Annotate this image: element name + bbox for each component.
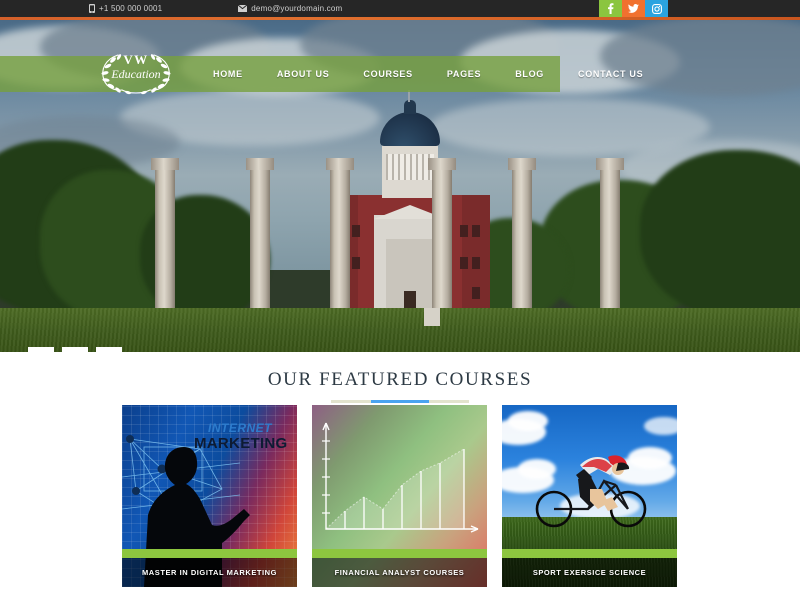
- nav-item-courses[interactable]: COURSES: [346, 56, 429, 92]
- column: [596, 158, 624, 326]
- course-card-list: INTERNET MARKETING MASTER IN DIGITAL MAR…: [122, 405, 677, 587]
- logo-text-primary: VW: [123, 52, 149, 67]
- top-contact-bar: +1 500 000 0001 demo@yourdomain.com: [0, 0, 800, 17]
- card-accent-bar: [122, 549, 297, 558]
- bar-chart-graphic: [322, 422, 479, 533]
- column: [428, 158, 456, 326]
- social-links: [599, 0, 668, 17]
- lawn: [0, 308, 800, 352]
- main-menu: HOME ABOUT US COURSES PAGES BLOG CONTACT…: [196, 56, 660, 92]
- phone-icon: [89, 4, 95, 13]
- cyclist-graphic: [535, 455, 647, 528]
- course-card-financial-analyst[interactable]: FINANCIAL ANALYST COURSES: [312, 405, 487, 587]
- section-divider: [331, 400, 469, 403]
- hero-slider[interactable]: HOME ABOUT US COURSES PAGES BLOG CONTACT…: [0, 20, 800, 352]
- nav-item-blog[interactable]: BLOG: [498, 56, 561, 92]
- course-title: SPORT EXERSICE SCIENCE: [532, 568, 647, 577]
- course-card-digital-marketing[interactable]: INTERNET MARKETING MASTER IN DIGITAL MAR…: [122, 405, 297, 587]
- column: [508, 158, 536, 326]
- card-accent-bar: [312, 549, 487, 558]
- card-accent-bar: [502, 549, 677, 558]
- nav-item-home[interactable]: HOME: [196, 56, 260, 92]
- email-contact[interactable]: demo@yourdomain.com: [238, 4, 342, 13]
- artwork-word-internet: INTERNET: [208, 421, 272, 435]
- twitter-icon[interactable]: [622, 0, 645, 17]
- logo-text-secondary: Education: [111, 66, 161, 81]
- site-logo[interactable]: VW Education: [88, 47, 184, 95]
- instagram-icon[interactable]: [645, 0, 668, 17]
- course-title: MASTER IN DIGITAL MARKETING: [142, 568, 277, 577]
- top-contact-items: +1 500 000 0001 demo@yourdomain.com: [89, 4, 342, 13]
- lawn-monument: [424, 308, 440, 326]
- email-address: demo@yourdomain.com: [251, 4, 343, 13]
- page-root: +1 500 000 0001 demo@yourdomain.com HOME…: [0, 0, 800, 599]
- phone-contact[interactable]: +1 500 000 0001: [89, 4, 162, 13]
- nav-item-pages[interactable]: PAGES: [430, 56, 498, 92]
- nav-item-about-us[interactable]: ABOUT US: [260, 56, 347, 92]
- nav-item-contact-us[interactable]: CONTACT US: [561, 56, 660, 92]
- campus-building: [330, 195, 490, 313]
- facebook-icon[interactable]: [599, 0, 622, 17]
- envelope-icon: [238, 5, 248, 12]
- column: [151, 158, 179, 326]
- section-heading: OUR FEATURED COURSES: [267, 369, 533, 390]
- course-card-sport-science[interactable]: SPORT EXERSICE SCIENCE: [502, 405, 677, 587]
- column: [246, 158, 274, 326]
- phone-number: +1 500 000 0001: [99, 4, 163, 13]
- column: [326, 158, 354, 326]
- course-title: FINANCIAL ANALYST COURSES: [334, 568, 465, 577]
- featured-courses-section: OUR FEATURED COURSES INTERNET MARKETING …: [0, 352, 800, 599]
